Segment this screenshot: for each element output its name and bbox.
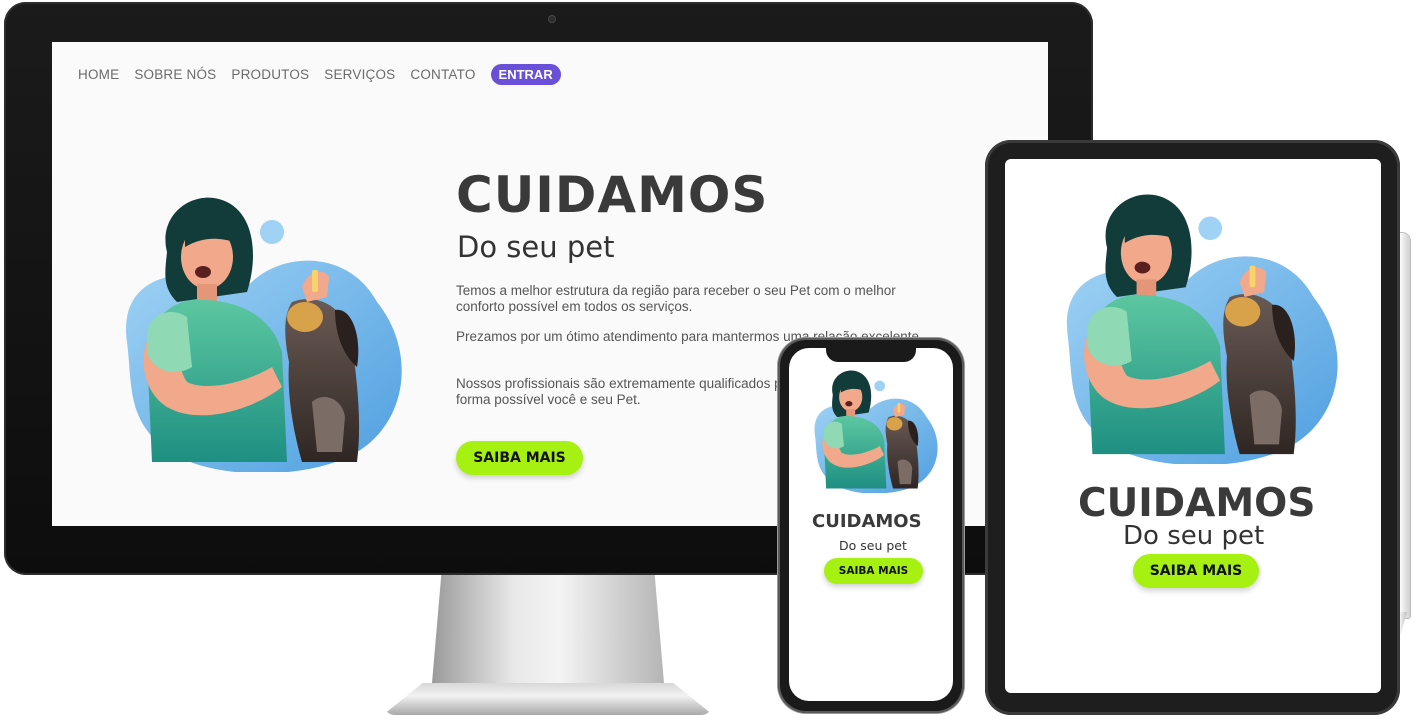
nav-home[interactable]: HOME [78, 67, 119, 82]
saiba-mais-button[interactable]: SAIBA MAIS [456, 441, 583, 475]
phone-notch [826, 347, 916, 362]
nav-services[interactable]: SERVIÇOS [324, 67, 395, 82]
tablet-hero-subtitle: Do seu pet [1123, 521, 1265, 551]
login-button[interactable]: ENTRAR [490, 64, 561, 85]
phone-saiba-mais-button[interactable]: SAIBA MAIS [824, 558, 923, 584]
hero-title: CUIDAMOS [456, 166, 769, 224]
tablet-hero-title: CUIDAMOS [1078, 481, 1316, 526]
camera-icon [548, 15, 556, 23]
phone-hero-title: CUIDAMOS [812, 511, 922, 532]
nav-products[interactable]: PRODUTOS [231, 67, 309, 82]
main-nav: HOME SOBRE NÓS PRODUTOS SERVIÇOS CONTATO… [78, 64, 561, 85]
woman-with-dog-illustration [1066, 194, 1338, 464]
tablet-saiba-mais-button[interactable]: SAIBA MAIS [1133, 554, 1259, 588]
woman-with-dog-illustration [814, 370, 938, 493]
imac-foot [383, 683, 713, 715]
tablet-screen: CUIDAMOS Do seu pet SAIBA MAIS [1005, 159, 1381, 693]
phone-hero-subtitle: Do seu pet [839, 538, 907, 553]
nav-about[interactable]: SOBRE NÓS [134, 67, 216, 82]
hero-paragraph-1: Temos a melhor estrutura da região para … [456, 283, 896, 314]
imac-stand [432, 575, 664, 683]
hero-subtitle: Do seu pet [457, 230, 615, 264]
phone-screen: CUIDAMOS Do seu pet SAIBA MAIS [789, 348, 953, 701]
nav-contact[interactable]: CONTATO [410, 67, 475, 82]
woman-with-dog-illustration [126, 197, 402, 472]
